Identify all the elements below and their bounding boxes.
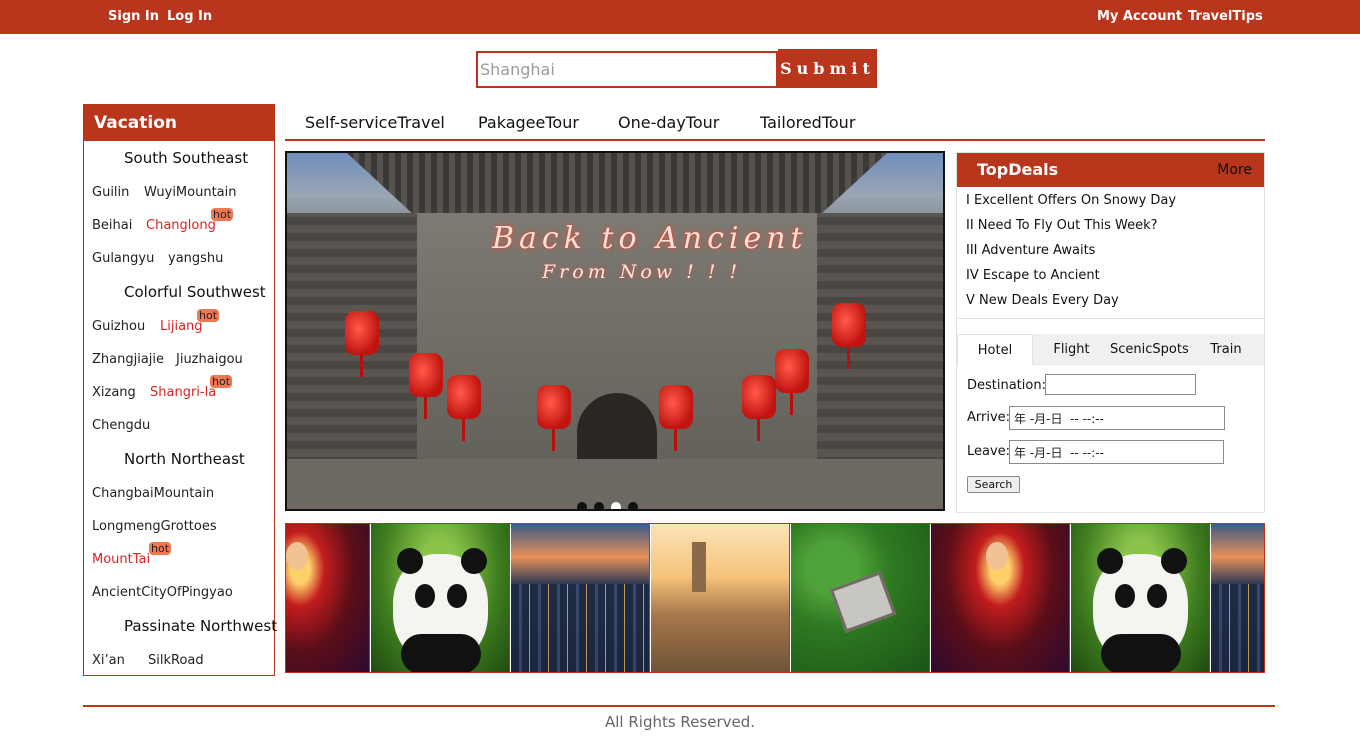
banner-carousel[interactable]: Back to Ancient From Now ! ! ! <box>285 151 945 511</box>
photo-dancer[interactable] <box>286 524 370 672</box>
deal-item[interactable]: III Adventure Awaits <box>966 243 1095 258</box>
tab-hotel[interactable]: Hotel <box>957 334 1033 365</box>
arrive-label: Arrive: <box>967 410 1011 425</box>
place-link-chengdu[interactable]: Chengdu <box>92 418 150 433</box>
tab-scenic-spots[interactable]: ScenicSpots <box>1110 334 1189 365</box>
category-tabs: Self-serviceTravel PakageeTour One-dayTo… <box>285 104 1265 141</box>
my-account-link[interactable]: My Account <box>1097 9 1182 24</box>
tab-train[interactable]: Train <box>1188 334 1264 365</box>
place-link-changbaimountain[interactable]: ChangbaiMountain <box>92 486 214 501</box>
tab-flight[interactable]: Flight <box>1033 334 1110 365</box>
leave-date-input[interactable] <box>1009 440 1224 464</box>
sidebar-title: Vacation <box>84 105 274 141</box>
photo-city[interactable] <box>511 524 650 672</box>
place-link-yangshu[interactable]: yangshu <box>168 251 223 266</box>
place-link-xian[interactable]: Xi’an <box>92 653 125 668</box>
photo-panda[interactable] <box>1071 524 1210 672</box>
lantern <box>447 375 481 441</box>
deal-item[interactable]: V New Deals Every Day <box>966 293 1119 308</box>
place-link-xizang[interactable]: Xizang <box>92 385 136 400</box>
footer-divider <box>83 705 1275 707</box>
tab-package-tour[interactable]: PakageeTour <box>478 113 579 132</box>
place-link-lijiang[interactable]: Lijiang <box>160 319 203 334</box>
top-deals-panel: TopDeals More I Excellent Offers On Snow… <box>956 152 1265 513</box>
more-link[interactable]: More <box>1217 162 1252 178</box>
search-button[interactable]: Search <box>967 476 1020 493</box>
vacation-sidebar: Vacation South Southeast Guilin WuyiMoun… <box>83 104 278 676</box>
banner-title: Back to Ancient <box>492 221 808 256</box>
hot-badge: hot <box>211 208 234 221</box>
destination-input[interactable] <box>1045 374 1196 395</box>
lantern <box>775 349 809 415</box>
banner-subtitle: From Now ! ! ! <box>542 261 742 283</box>
place-link-silkroad[interactable]: SilkRoad <box>148 653 204 668</box>
log-in-link[interactable]: Log In <box>167 9 212 24</box>
lantern <box>409 353 443 419</box>
carousel-dot-active[interactable] <box>611 502 621 509</box>
tab-self-service-travel[interactable]: Self-serviceTravel <box>305 113 445 132</box>
region-heading: North Northeast <box>124 450 245 468</box>
place-link-ancientcityofpingyao[interactable]: AncientCityOfPingyao <box>92 585 233 600</box>
lantern <box>832 303 866 369</box>
hot-badge: hot <box>149 542 172 555</box>
deal-item[interactable]: II Need To Fly Out This Week? <box>966 218 1158 233</box>
banner-roof <box>347 153 887 213</box>
tab-tailored-tour[interactable]: TailoredTour <box>760 113 855 132</box>
photo-strip <box>285 523 1265 673</box>
travel-tips-link[interactable]: TravelTips <box>1188 9 1263 24</box>
carousel-dot[interactable] <box>628 502 638 509</box>
tab-one-day-tour[interactable]: One-dayTour <box>618 113 719 132</box>
photo-water-town[interactable] <box>651 524 790 672</box>
top-nav-bar: Sign In Log In My Account TravelTips <box>0 0 1360 34</box>
deals-title: TopDeals <box>977 160 1059 179</box>
search-input[interactable] <box>476 51 778 88</box>
carousel-dots <box>577 497 645 509</box>
divider <box>957 318 1264 319</box>
region-heading: South Southeast <box>124 149 249 167</box>
footer-copyright: All Rights Reserved. <box>604 713 756 731</box>
booking-tabs: Hotel Flight ScenicSpots Train <box>957 334 1264 365</box>
deal-item[interactable]: I Excellent Offers On Snowy Day <box>966 193 1176 208</box>
lantern <box>345 311 379 377</box>
photo-forest[interactable] <box>791 524 930 672</box>
hot-badge: hot <box>197 309 220 322</box>
deals-header: TopDeals More <box>957 153 1264 187</box>
submit-button[interactable]: Submit <box>778 49 877 88</box>
arrive-date-input[interactable] <box>1009 406 1225 430</box>
place-link-shangri-la[interactable]: Shangri-la <box>150 385 216 400</box>
place-link-gulangyu[interactable]: Gulangyu <box>92 251 154 266</box>
region-heading: Colorful Southwest <box>124 283 266 301</box>
place-link-guilin[interactable]: Guilin <box>92 185 129 200</box>
hot-badge: hot <box>210 375 233 388</box>
photo-city[interactable] <box>1211 524 1264 672</box>
place-link-changlong[interactable]: Changlong <box>146 218 216 233</box>
deal-item[interactable]: IV Escape to Ancient <box>966 268 1100 283</box>
place-link-beihai[interactable]: Beihai <box>92 218 132 233</box>
sign-in-link[interactable]: Sign In <box>108 9 159 24</box>
place-link-jiuzhaigou[interactable]: Jiuzhaigou <box>176 352 243 367</box>
photo-panda[interactable] <box>371 524 510 672</box>
place-link-mounttai[interactable]: MountTai <box>92 552 150 567</box>
leave-label: Leave: <box>967 444 1011 459</box>
place-link-longmenggrottoes[interactable]: LongmengGrottoes <box>92 519 217 534</box>
lantern <box>659 385 693 451</box>
lantern <box>742 375 776 441</box>
place-link-wuyimountain[interactable]: WuyiMountain <box>144 185 237 200</box>
place-link-guizhou[interactable]: Guizhou <box>92 319 145 334</box>
carousel-dot[interactable] <box>594 502 604 509</box>
destination-label: Destination: <box>967 378 1046 393</box>
region-heading: Passinate Northwest <box>124 617 278 635</box>
photo-dancer[interactable] <box>931 524 1070 672</box>
place-link-zhangjiajie[interactable]: Zhangjiajie <box>92 352 164 367</box>
lantern <box>537 385 571 451</box>
carousel-dot[interactable] <box>577 502 587 509</box>
